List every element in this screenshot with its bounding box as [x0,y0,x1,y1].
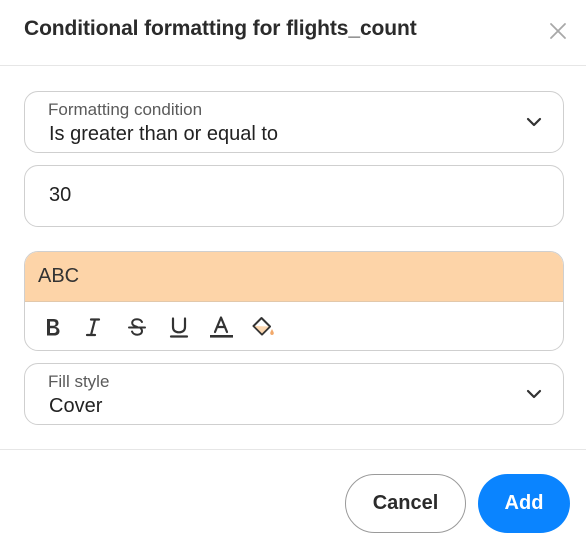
fill-style-select[interactable]: Fill style Cover [24,363,564,425]
dialog-header: Conditional formatting for flights_count [0,0,586,66]
fill-style-value: Cover [49,395,103,417]
fill-style-label: Fill style [48,372,110,391]
underline-icon[interactable] [164,312,194,342]
close-icon[interactable] [546,19,570,43]
formatting-condition-label: Formatting condition [48,100,203,119]
dialog-footer-divider [0,449,586,450]
threshold-input[interactable]: 30 [24,165,564,227]
fill-color-icon[interactable] [247,312,277,342]
style-preview-text: ABC [38,265,80,287]
bold-icon[interactable] [38,312,68,342]
style-toolbar [25,302,563,350]
add-button[interactable]: Add [478,474,570,533]
dialog-title: Conditional formatting for flights_count [24,17,417,40]
cancel-button[interactable]: Cancel [345,474,466,533]
chevron-down-icon [526,389,542,399]
text-color-icon[interactable] [206,312,236,342]
chevron-down-icon [526,117,542,127]
style-editor: ABC [24,251,564,351]
strikethrough-icon[interactable] [122,312,152,342]
conditional-formatting-dialog: Conditional formatting for flights_count… [0,0,586,556]
formatting-condition-value: Is greater than or equal to [49,123,279,145]
formatting-condition-select[interactable]: Formatting condition Is greater than or … [24,91,564,153]
italic-icon[interactable] [78,312,108,342]
threshold-value: 30 [49,184,72,206]
style-preview: ABC [25,252,563,302]
